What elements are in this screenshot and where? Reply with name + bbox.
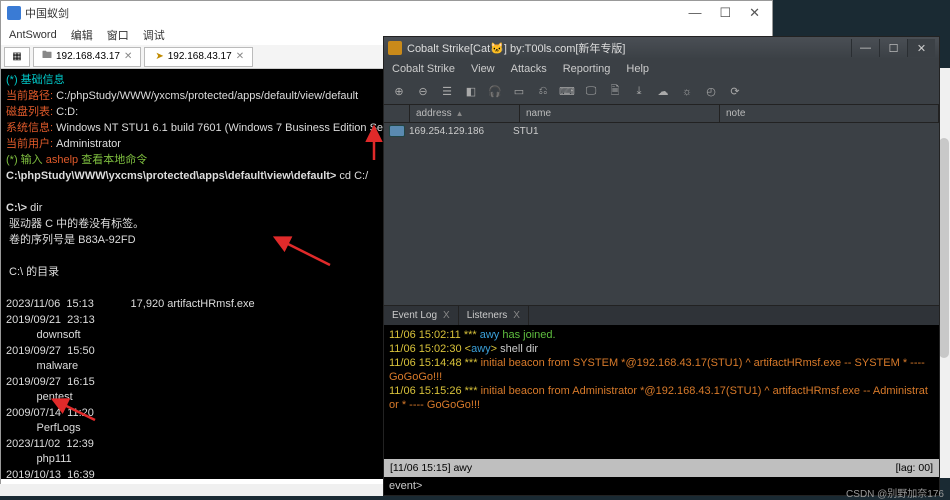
menu-edit[interactable]: 编辑 bbox=[71, 27, 93, 43]
close-icon[interactable]: X bbox=[513, 310, 520, 321]
menu-debug[interactable]: 调试 bbox=[143, 27, 165, 43]
close-icon[interactable]: X bbox=[443, 310, 450, 321]
app-icon bbox=[7, 6, 21, 20]
chart-icon[interactable]: ▭ bbox=[508, 82, 530, 102]
col-name[interactable]: name bbox=[520, 105, 720, 122]
session-list[interactable]: 169.254.129.186 STU1 bbox=[384, 123, 939, 305]
reload-icon[interactable]: ⟳ bbox=[724, 82, 746, 102]
menu-window[interactable]: 窗口 bbox=[107, 27, 129, 43]
menu-reporting[interactable]: Reporting bbox=[563, 63, 611, 75]
maximize-button[interactable]: ☐ bbox=[879, 39, 907, 57]
download-icon[interactable]: ⤓ bbox=[628, 82, 650, 102]
event-log[interactable]: 11/06 15:02:11 *** awy has joined.11/06 … bbox=[384, 325, 939, 459]
leader-icon: ➤ bbox=[155, 51, 163, 62]
minimize-button[interactable]: — bbox=[688, 5, 701, 21]
keyboard-icon[interactable]: ⌨ bbox=[556, 82, 578, 102]
app-icon bbox=[388, 41, 402, 55]
status-bar: [11/06 15:15] awy [lag: 00] bbox=[384, 459, 939, 477]
menu-cobalt[interactable]: Cobalt Strike bbox=[392, 63, 455, 75]
tab-label: 192.168.43.17 bbox=[168, 51, 232, 62]
connect-icon[interactable]: ⊕ bbox=[388, 82, 410, 102]
menu-view[interactable]: View bbox=[471, 63, 495, 75]
tab-ip-1[interactable]: 🖿 192.168.43.17 ✕ bbox=[33, 47, 141, 67]
tab-ip-2[interactable]: ➤ 192.168.43.17 ✕ bbox=[144, 47, 253, 67]
cobalt-title: Cobalt Strike[Cat🐱] by:T00ls.com[新年专版] bbox=[407, 40, 625, 56]
cobalt-toolbar: ⊕ ⊖ ☰ ◧ 🎧 ▭ ⎌ ⌨ 🖵 🗎 ⤓ ☁ ☼ ◴ ⟳ bbox=[384, 79, 939, 105]
tab-listeners[interactable]: Listeners X bbox=[459, 306, 529, 325]
tree-icon[interactable]: ⎌ bbox=[532, 82, 554, 102]
antsword-titlebar[interactable]: 中国蚁剑 — ☐ ✕ bbox=[1, 1, 772, 25]
sun-icon[interactable]: ☼ bbox=[676, 82, 698, 102]
computer-icon bbox=[389, 125, 405, 137]
tab-label: Event Log bbox=[392, 310, 437, 321]
menu-attacks[interactable]: Attacks bbox=[511, 63, 547, 75]
session-ip: 169.254.129.186 bbox=[409, 126, 509, 137]
cobalt-menubar: Cobalt Strike View Attacks Reporting Hel… bbox=[384, 59, 939, 79]
cloud-icon[interactable]: ☁ bbox=[652, 82, 674, 102]
watermark: CSDN @别野加奈176 bbox=[846, 485, 944, 500]
antsword-title: 中国蚁剑 bbox=[25, 5, 69, 21]
status-right: [lag: 00] bbox=[896, 462, 933, 474]
close-button[interactable]: ✕ bbox=[907, 39, 935, 57]
close-icon[interactable]: ✕ bbox=[236, 51, 244, 62]
col-address[interactable]: address▲ bbox=[410, 105, 520, 122]
tab-label: 192.168.43.17 bbox=[56, 51, 120, 62]
cobaltstrike-window: Cobalt Strike[Cat🐱] by:T00ls.com[新年专版] —… bbox=[383, 36, 940, 496]
menu-help[interactable]: Help bbox=[626, 63, 649, 75]
doc-icon[interactable]: 🗎 bbox=[604, 82, 626, 102]
tab-event-log[interactable]: Event Log X bbox=[384, 306, 459, 325]
session-row[interactable]: 169.254.129.186 STU1 bbox=[384, 123, 939, 139]
close-icon[interactable]: ✕ bbox=[124, 51, 132, 62]
maximize-button[interactable]: ☐ bbox=[719, 5, 731, 21]
cobalt-titlebar[interactable]: Cobalt Strike[Cat🐱] by:T00ls.com[新年专版] —… bbox=[384, 37, 939, 59]
headphones-icon[interactable]: 🎧 bbox=[484, 82, 506, 102]
clock-icon[interactable]: ◴ bbox=[700, 82, 722, 102]
minimize-button[interactable]: — bbox=[851, 39, 879, 57]
monitor-icon[interactable]: 🖵 bbox=[580, 82, 602, 102]
grid-view-button[interactable]: ▦ bbox=[4, 47, 30, 67]
prompt-label: event> bbox=[389, 480, 422, 492]
list-icon[interactable]: ☰ bbox=[436, 82, 458, 102]
session-headers: address▲ name note bbox=[384, 105, 939, 123]
menu-antsword[interactable]: AntSword bbox=[9, 29, 57, 41]
col-note[interactable]: note bbox=[720, 105, 939, 122]
disconnect-icon[interactable]: ⊖ bbox=[412, 82, 434, 102]
tab-label: Listeners bbox=[467, 310, 508, 321]
session-name: STU1 bbox=[513, 126, 539, 137]
close-button[interactable]: ✕ bbox=[749, 5, 760, 21]
bottom-tabs: Event Log X Listeners X bbox=[384, 305, 939, 325]
status-left: [11/06 15:15] awy bbox=[390, 462, 472, 474]
view-icon[interactable]: ◧ bbox=[460, 82, 482, 102]
